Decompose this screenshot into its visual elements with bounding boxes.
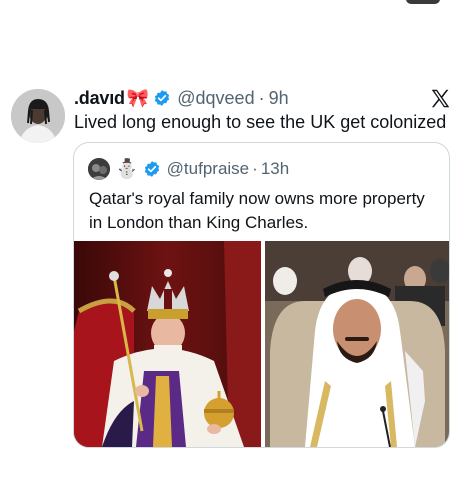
quoted-tweet-header: ⛄ @tufpraise · 13h: [88, 156, 289, 182]
quoted-tweet-text: Qatar's royal family now owns more prope…: [89, 189, 425, 232]
quoted-photo-king[interactable]: [74, 241, 261, 447]
avatar-image: [11, 89, 65, 143]
verified-badge-icon: [155, 90, 170, 106]
quoted-tweet-card[interactable]: ⛄ @tufpraise · 13h Qatar's royal family …: [73, 142, 450, 448]
king-portrait-image: [74, 241, 261, 447]
tweet-text: Lived long enough to see the UK get colo…: [74, 112, 447, 132]
quoted-timestamp[interactable]: 13h: [261, 159, 289, 179]
quoted-separator-dot: ·: [252, 159, 258, 178]
quoted-handle[interactable]: @tufpraise: [167, 159, 249, 179]
quoted-avatar-image: [88, 158, 110, 180]
quoted-photo-emir[interactable]: [265, 241, 449, 447]
quoted-avatar[interactable]: [88, 158, 110, 180]
name-emoji: 🎀: [126, 88, 150, 108]
verified-badge-icon: [144, 161, 159, 177]
top-pill-control: [406, 0, 440, 4]
quoted-name-emoji: ⛄: [115, 158, 139, 180]
timestamp[interactable]: 9h: [269, 88, 289, 109]
emir-portrait-image: [265, 241, 449, 447]
separator-dot: ·: [258, 87, 265, 108]
display-name[interactable]: .davıd: [74, 88, 125, 109]
avatar[interactable]: [11, 89, 65, 143]
handle[interactable]: @dqveed: [177, 88, 254, 109]
tweet-header: .davıd 🎀 @dqveed · 9h: [74, 85, 289, 111]
x-logo-icon: [431, 89, 450, 108]
